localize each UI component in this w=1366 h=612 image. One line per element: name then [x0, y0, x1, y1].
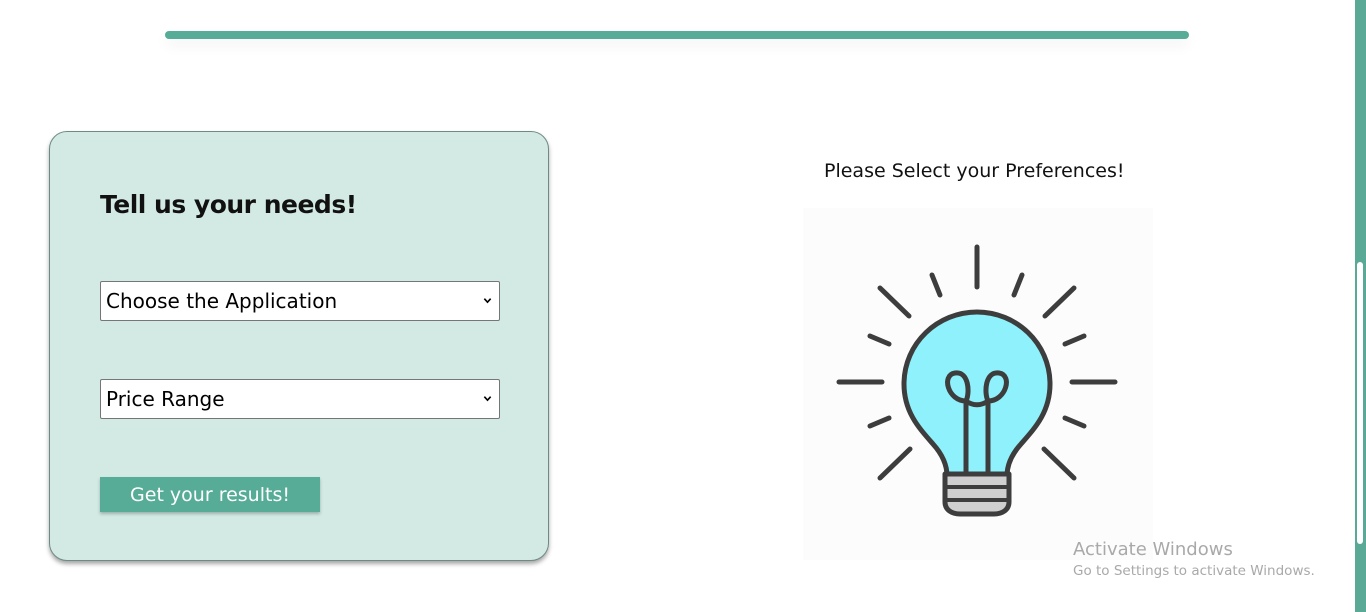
progress-bar	[165, 31, 1189, 39]
get-results-button[interactable]: Get your results!	[100, 477, 320, 512]
page: Tell us your needs! Choose the Applicati…	[0, 0, 1366, 612]
price-range-select-value: Price Range	[106, 387, 225, 411]
application-select[interactable]: Choose the Application	[100, 281, 500, 321]
lightbulb-icon	[836, 244, 1118, 517]
preferences-title: Please Select your Preferences!	[824, 160, 1125, 182]
lightbulb-illustration	[803, 208, 1153, 560]
price-range-select[interactable]: Price Range	[100, 379, 500, 419]
needs-form-card: Tell us your needs! Choose the Applicati…	[49, 131, 549, 561]
application-select-value: Choose the Application	[106, 289, 338, 313]
form-title: Tell us your needs!	[100, 190, 357, 219]
watermark-subtitle: Go to Settings to activate Windows.	[1073, 563, 1315, 579]
activate-windows-watermark: Activate Windows Go to Settings to activ…	[1073, 539, 1315, 579]
scrollbar-thumb[interactable]	[1357, 262, 1363, 544]
chevron-down-icon	[483, 396, 492, 402]
watermark-title: Activate Windows	[1073, 539, 1233, 560]
chevron-down-icon	[483, 298, 492, 304]
